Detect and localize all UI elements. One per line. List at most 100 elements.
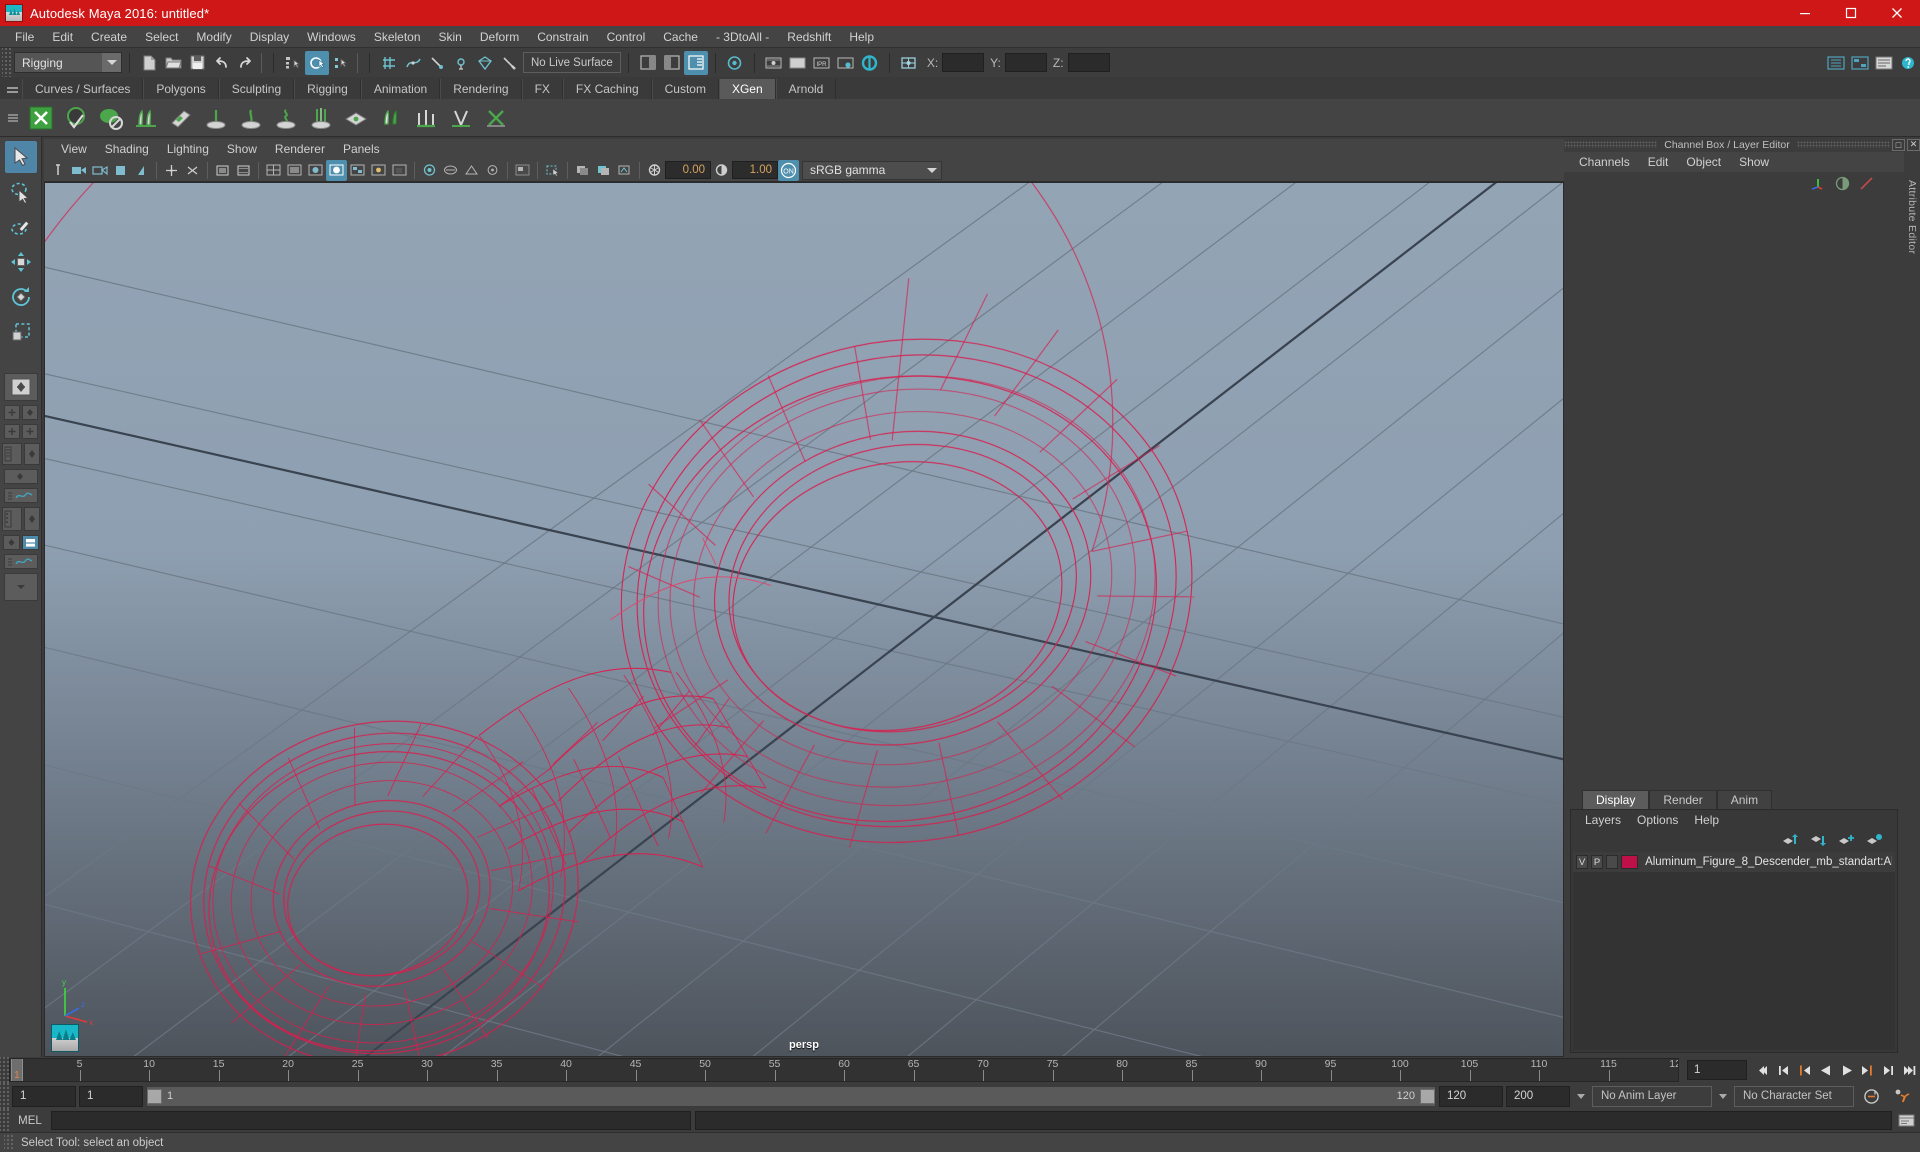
range-slider[interactable]: 1 120 <box>146 1085 1436 1107</box>
color-management-toggle[interactable]: ON <box>778 159 799 181</box>
layout-two-panes-button[interactable] <box>3 405 20 420</box>
snap-to-grid-button[interactable] <box>377 51 401 75</box>
ipr-render-icon[interactable]: IPR <box>810 51 834 75</box>
menu-skin[interactable]: Skin <box>430 27 471 47</box>
film-gate-icon[interactable] <box>182 160 203 181</box>
shaded-mode-icon[interactable] <box>326 159 347 181</box>
exposure-input[interactable]: 0.00 <box>665 161 711 179</box>
snap-to-point-button[interactable] <box>425 51 449 75</box>
camera-attributes-icon[interactable] <box>68 160 89 181</box>
layer-color-swatch[interactable] <box>1621 855 1639 869</box>
live-surface-field[interactable]: No Live Surface <box>523 52 621 73</box>
render-view-icon[interactable] <box>723 51 747 75</box>
color-management-selector[interactable]: sRGB gamma <box>802 160 942 180</box>
channel-box-menu-edit[interactable]: Edit <box>1639 153 1678 171</box>
status-line-gripper[interactable] <box>2 48 11 77</box>
shelf-tab-arnold[interactable]: Arnold <box>775 79 837 99</box>
menu-select[interactable]: Select <box>136 27 187 47</box>
create-empty-layer-icon[interactable] <box>1838 833 1855 847</box>
layout-four-panes-button[interactable] <box>21 424 38 439</box>
anim-end-input[interactable]: 200 <box>1506 1085 1570 1107</box>
hypershade-icon[interactable] <box>858 51 882 75</box>
redo-button[interactable] <box>233 51 257 75</box>
select-by-component-type-button[interactable] <box>329 51 353 75</box>
input-output-connection-icon[interactable] <box>1859 176 1874 191</box>
isolate-select-icon[interactable] <box>512 160 533 181</box>
xgen-disable-icon[interactable] <box>94 101 128 135</box>
xgen-guide-icon[interactable] <box>374 101 408 135</box>
xgen-density-brush-icon[interactable] <box>409 101 443 135</box>
show-hide-tool-settings-button[interactable] <box>660 51 684 75</box>
move-layer-down-icon[interactable] <box>1810 833 1827 847</box>
minimize-button[interactable] <box>1782 0 1828 26</box>
xgen-groomable-spline-icon[interactable] <box>164 101 198 135</box>
menu-set-selector[interactable]: Rigging <box>14 52 122 73</box>
script-editor-panel-icon[interactable] <box>1872 51 1896 75</box>
shelf-tab-polygons[interactable]: Polygons <box>143 79 219 99</box>
show-hide-attribute-editor-button[interactable] <box>636 51 660 75</box>
next-key-button[interactable] <box>1857 1059 1878 1081</box>
transform-input-mode-icon[interactable] <box>897 51 921 75</box>
menu-skeleton[interactable]: Skeleton <box>365 27 430 47</box>
xgen-clump-icon[interactable] <box>199 101 233 135</box>
step-back-button[interactable] <box>1773 1059 1794 1081</box>
time-slider-cursor[interactable]: 1 <box>11 1059 23 1081</box>
xgen-coil-icon[interactable] <box>269 101 303 135</box>
layout-persp-tall-button[interactable] <box>23 507 40 531</box>
current-frame-input[interactable]: 1 <box>1687 1060 1747 1080</box>
chevron-down-icon[interactable] <box>923 163 940 178</box>
layout-single-perspective-button[interactable] <box>3 373 38 401</box>
script-language-label[interactable]: MEL <box>9 1115 51 1127</box>
exposure-icon[interactable] <box>644 160 665 181</box>
range-slider-gripper[interactable] <box>0 1083 9 1109</box>
help-line-gripper[interactable] <box>4 1134 13 1151</box>
gamma-input[interactable]: 1.00 <box>732 161 778 179</box>
step-forward-button[interactable] <box>1878 1059 1899 1081</box>
dock-drag-handle-left[interactable] <box>1564 141 1658 148</box>
select-by-hierarchy-button[interactable] <box>281 51 305 75</box>
layout-more-button[interactable] <box>3 573 38 601</box>
viewport-menu-renderer[interactable]: Renderer <box>266 140 334 158</box>
shelf-options-icon[interactable] <box>2 99 24 137</box>
menu-constrain[interactable]: Constrain <box>528 27 597 47</box>
channel-box-content[interactable] <box>1564 194 1904 789</box>
channel-box-menu-show[interactable]: Show <box>1730 153 1778 171</box>
animation-preferences-button[interactable] <box>1891 1086 1913 1106</box>
motion-blur-icon[interactable] <box>440 160 461 181</box>
snap-to-curve-button[interactable] <box>401 51 425 75</box>
time-slider[interactable]: 1 5 10 15 20 25 30 35 40 45 50 55 60 65 70 75 80 85 90 95 1… <box>9 1058 1679 1082</box>
go-to-start-button[interactable] <box>1752 1059 1773 1081</box>
shading-sphere-icon[interactable] <box>1835 176 1850 191</box>
layout-outliner-split-button[interactable] <box>21 535 39 550</box>
xgen-cut-icon[interactable] <box>304 101 338 135</box>
select-camera-icon[interactable] <box>47 160 68 181</box>
go-to-end-button[interactable] <box>1899 1059 1920 1081</box>
range-end-input[interactable]: 120 <box>1439 1085 1503 1107</box>
coord-x-input[interactable] <box>942 53 985 72</box>
ipr-render-region-icon[interactable] <box>212 160 233 181</box>
layer-tab-display[interactable]: Display <box>1582 790 1650 809</box>
shelf-menu-handle[interactable] <box>2 77 22 99</box>
dock-close-button[interactable]: ✕ <box>1907 138 1920 151</box>
two-d-pan-zoom-icon[interactable] <box>131 160 152 181</box>
layout-persp-wide-button[interactable] <box>3 469 38 484</box>
menu-file[interactable]: File <box>6 27 43 47</box>
previous-key-button[interactable] <box>1794 1059 1815 1081</box>
menu-display[interactable]: Display <box>241 27 298 47</box>
layout-graph-editor-2-button[interactable] <box>3 554 38 569</box>
new-scene-button[interactable] <box>137 51 161 75</box>
menu-create[interactable]: Create <box>82 27 136 47</box>
transform-axes-icon[interactable] <box>1811 176 1826 191</box>
layout-three-panes-button[interactable] <box>3 424 20 439</box>
menu-cache[interactable]: Cache <box>654 27 707 47</box>
xray-select-icon[interactable] <box>542 160 563 181</box>
select-by-object-type-button[interactable] <box>305 50 329 75</box>
open-scene-button[interactable] <box>161 51 185 75</box>
layout-graph-editor-button[interactable] <box>3 488 38 503</box>
viewport-menu-lighting[interactable]: Lighting <box>158 140 218 158</box>
move-layer-up-icon[interactable] <box>1782 833 1799 847</box>
character-set-chevron-icon[interactable] <box>1715 1093 1731 1099</box>
xgen-noise-icon[interactable] <box>234 101 268 135</box>
time-slider-gripper[interactable] <box>0 1057 9 1083</box>
save-scene-button[interactable] <box>185 51 209 75</box>
